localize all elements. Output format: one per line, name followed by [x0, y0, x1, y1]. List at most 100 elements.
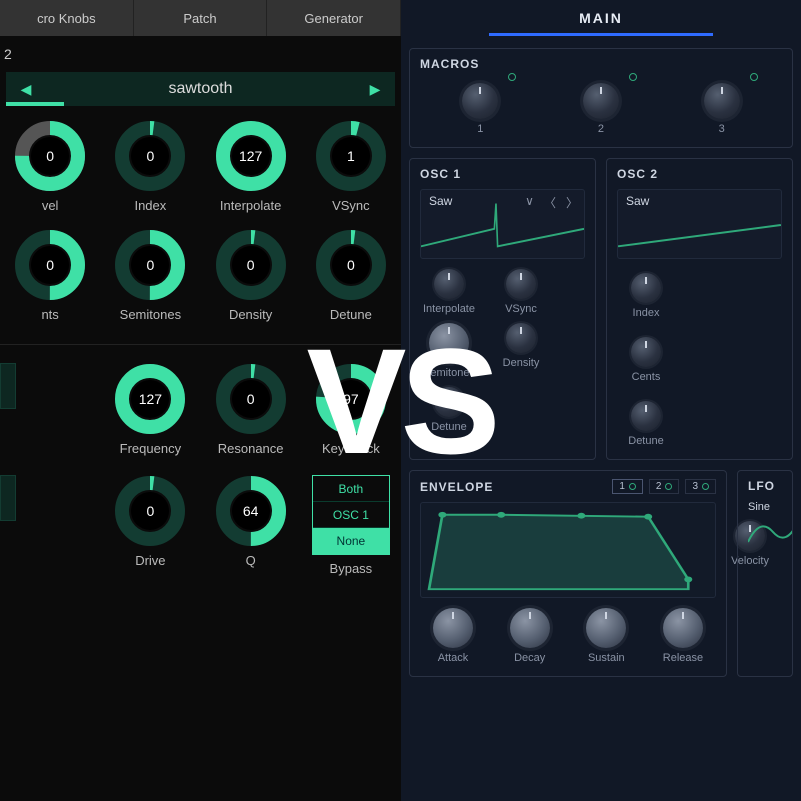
macro-ring-icon [629, 73, 637, 81]
macros-title: MACROS [420, 57, 782, 71]
q-knob[interactable]: 64 [215, 475, 287, 547]
right-synth-panel: MAIN MACROS 1 2 3 OSC 1 Saw ∨ 〈 〉 [401, 0, 801, 801]
cents-label: Cents [632, 371, 661, 383]
decay-label: Decay [514, 652, 545, 664]
macro-1-knob[interactable] [462, 83, 498, 119]
release-knob[interactable] [663, 608, 703, 648]
attack-label: Attack [438, 652, 469, 664]
envelope-title: ENVELOPE [420, 480, 493, 494]
knob-row-2: 0 nts 0 Semitones 0 Density 0 [0, 229, 401, 338]
key track-knob[interactable]: 97 [315, 363, 387, 435]
osc1-panel: OSC 1 Saw ∨ 〈 〉 Interpolate VSync Semito… [409, 158, 596, 460]
macro-3-knob[interactable] [704, 83, 740, 119]
macro-1-label: 1 [477, 123, 483, 135]
divider [0, 344, 401, 345]
detune-label: Detune [431, 421, 466, 433]
density-knob[interactable]: 0 [215, 229, 287, 301]
left-synth-panel: cro Knobs Patch Generator 2 ◀ sawtooth ▶… [0, 0, 401, 801]
tab-macro-knobs[interactable]: cro Knobs [0, 0, 134, 36]
next-wave-icon[interactable]: ▶ [355, 72, 395, 106]
index-knob[interactable]: 0 [114, 120, 186, 192]
vel-knob[interactable]: 0 [14, 120, 86, 192]
density-label: Density [503, 357, 540, 369]
macro-ring-icon [750, 73, 758, 81]
drive-knob[interactable]: 0 [114, 475, 186, 547]
osc2-panel: OSC 2 Saw Index Cents Detune [606, 158, 793, 460]
osc1-title: OSC 1 [420, 167, 585, 181]
sustain-knob[interactable] [586, 608, 626, 648]
macros-panel: MACROS 1 2 3 [409, 48, 793, 148]
attack-knob[interactable] [433, 608, 473, 648]
frequency-knob[interactable]: 127 [114, 363, 186, 435]
macro-2-knob[interactable] [583, 83, 619, 119]
envelope-panel: ENVELOPE 123 Velocity Attack [409, 470, 727, 677]
left-tabs: cro Knobs Patch Generator [0, 0, 401, 36]
tab-main[interactable]: MAIN [401, 0, 801, 38]
nts-knob[interactable]: 0 [14, 229, 86, 301]
tab-generator[interactable]: Generator [267, 0, 401, 36]
bypass-selector[interactable]: BothOSC 1None [312, 475, 390, 555]
drive-label: Drive [135, 553, 165, 568]
semitones-label: Semitones [423, 367, 475, 379]
macro-2-label: 2 [598, 123, 604, 135]
wave-next-icon[interactable]: 〉 [566, 194, 578, 211]
bypass-label: Bypass [330, 561, 373, 576]
macro-ring-icon [508, 73, 516, 81]
q-label: Q [246, 553, 256, 568]
bypass-option-none[interactable]: None [313, 528, 389, 554]
bypass-option-osc 1[interactable]: OSC 1 [313, 502, 389, 528]
density-label: Density [229, 307, 272, 322]
prev-wave-icon[interactable]: ◀ [6, 72, 46, 106]
osc1-wave-display[interactable]: Saw ∨ 〈 〉 [420, 189, 585, 259]
interpolate-label: Interpolate [220, 198, 281, 213]
side-stub [0, 363, 16, 409]
vsync-knob[interactable] [506, 269, 536, 299]
knob-row-4: 0 Drive 64 Q BothOSC 1None Bypass [0, 475, 401, 592]
envelope-tab-1[interactable]: 1 [612, 479, 643, 494]
detune-knob[interactable]: 0 [315, 229, 387, 301]
detune-label: Detune [628, 435, 663, 447]
envelope-display[interactable]: Velocity [420, 502, 716, 598]
interpolate-knob[interactable] [434, 269, 464, 299]
knob-row-1: 0 vel 0 Index 127 Interpolate 1 [0, 120, 401, 229]
interpolate-label: Interpolate [423, 303, 475, 315]
osc2-title: OSC 2 [617, 167, 782, 181]
lfo-title: LFO [748, 479, 782, 493]
cents-knob[interactable] [631, 337, 661, 367]
wave-menu-icon[interactable]: ∨ [525, 194, 534, 211]
decay-knob[interactable] [510, 608, 550, 648]
key track-label: Key Track [322, 441, 380, 456]
tab-patch[interactable]: Patch [134, 0, 268, 36]
detune-label: Detune [330, 307, 372, 322]
vsync-knob[interactable]: 1 [315, 120, 387, 192]
side-stub [0, 475, 16, 521]
detune-knob[interactable] [631, 401, 661, 431]
nts-label: nts [41, 307, 58, 322]
semitones-label: Semitones [120, 307, 181, 322]
osc2-wave-name: Saw [626, 194, 649, 208]
waveform-selector[interactable]: ◀ sawtooth ▶ [6, 72, 395, 106]
lfo-wave-hint: Sine [748, 501, 782, 513]
sustain-label: Sustain [588, 652, 625, 664]
interpolate-knob[interactable]: 127 [215, 120, 287, 192]
index-knob[interactable] [631, 273, 661, 303]
vel-label: vel [42, 198, 59, 213]
wave-prev-icon[interactable]: 〈 [544, 194, 556, 211]
index-label: Index [633, 307, 660, 319]
bypass-option-both[interactable]: Both [313, 476, 389, 502]
frequency-label: Frequency [120, 441, 181, 456]
osc2-wave-display[interactable]: Saw [617, 189, 782, 259]
semitones-knob[interactable] [429, 323, 469, 363]
osc-number: 2 [0, 44, 401, 72]
lfo-panel: LFO Sine [737, 470, 793, 677]
semitones-knob[interactable]: 0 [114, 229, 186, 301]
envelope-tab-3[interactable]: 3 [685, 479, 716, 494]
knob-row-3: 127 Frequency 0 Resonance 97 Key Track [0, 363, 401, 475]
resonance-knob[interactable]: 0 [215, 363, 287, 435]
density-knob[interactable] [506, 323, 536, 353]
release-label: Release [663, 652, 703, 664]
envelope-tab-2[interactable]: 2 [649, 479, 680, 494]
index-label: Index [134, 198, 166, 213]
detune-knob[interactable] [434, 387, 464, 417]
wave-name: sawtooth [46, 80, 355, 98]
